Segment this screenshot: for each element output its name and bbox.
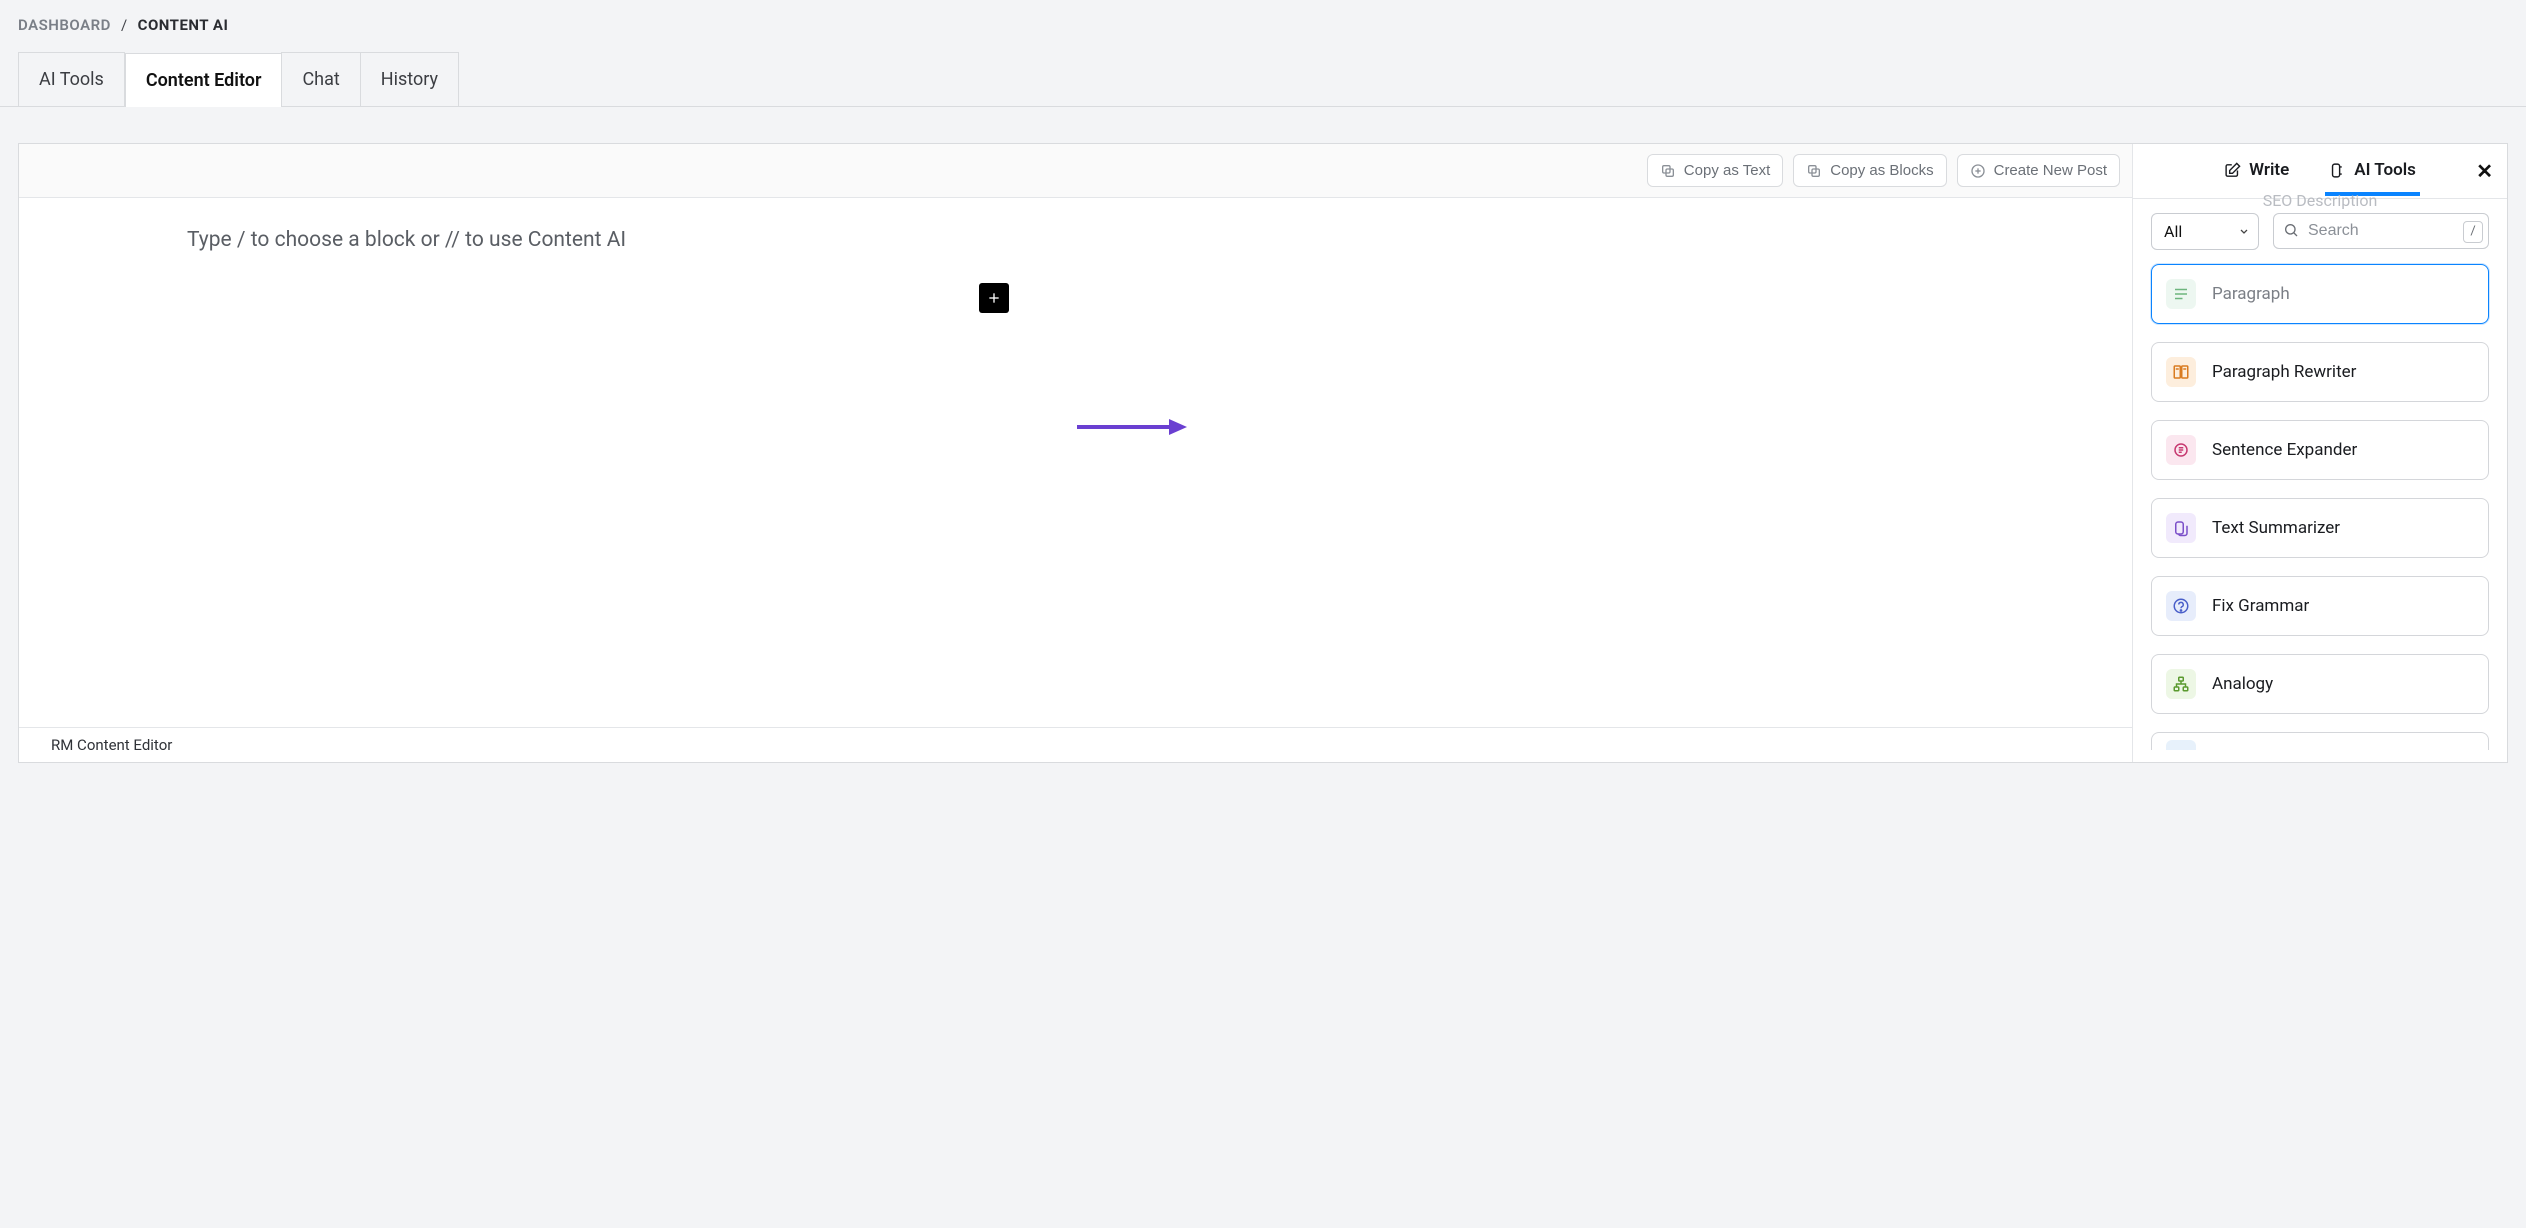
plus-circle-icon	[1970, 163, 1986, 179]
search-wrap: /	[2273, 213, 2489, 250]
copy-as-blocks-button[interactable]: Copy as Blocks	[1793, 154, 1946, 187]
sidebar-controls: SEO Description All /	[2133, 199, 2507, 260]
tool-item-text-summarizer[interactable]: Text Summarizer	[2151, 498, 2489, 558]
expander-icon	[2166, 435, 2196, 465]
tool-item-label: Analogy	[2212, 674, 2273, 694]
tool-list[interactable]: Paragraph Paragraph Rewriter Sentence Ex…	[2133, 260, 2507, 762]
close-sidebar-button[interactable]: ✕	[2476, 159, 2493, 183]
breadcrumb-separator: /	[121, 16, 128, 34]
tab-chat[interactable]: Chat	[281, 52, 360, 106]
tool-item-label: Paragraph	[2212, 284, 2290, 304]
create-new-post-label: Create New Post	[1994, 162, 2107, 179]
copy-icon	[1660, 163, 1676, 179]
rewriter-icon	[2166, 357, 2196, 387]
add-block-button[interactable]	[979, 283, 1009, 313]
editor-footer: RM Content Editor	[19, 727, 2132, 762]
partial-tool-icon	[2166, 740, 2196, 751]
sidebar-tab-write[interactable]: Write	[2220, 146, 2293, 196]
tool-item-paragraph[interactable]: Paragraph	[2151, 264, 2489, 324]
plus-icon	[986, 290, 1002, 306]
copy-as-blocks-label: Copy as Blocks	[1830, 162, 1933, 179]
tab-ai-tools[interactable]: AI Tools	[18, 52, 125, 106]
ai-tools-icon	[2329, 162, 2346, 179]
sidebar: Write AI Tools ✕ SEO Description All	[2133, 144, 2507, 762]
tab-content-editor[interactable]: Content Editor	[125, 53, 283, 107]
breadcrumb-current: CONTENT AI	[138, 16, 229, 34]
slash-shortcut-badge: /	[2463, 221, 2483, 243]
tool-item-label: Fix Grammar	[2212, 596, 2309, 616]
analogy-icon	[2166, 669, 2196, 699]
copy-icon	[1806, 163, 1822, 179]
sidebar-tab-write-label: Write	[2249, 160, 2289, 180]
tab-history[interactable]: History	[360, 52, 459, 106]
filter-select[interactable]: All	[2151, 213, 2259, 250]
edit-icon	[2224, 162, 2241, 179]
create-new-post-button[interactable]: Create New Post	[1957, 154, 2120, 187]
grammar-icon	[2166, 591, 2196, 621]
search-icon	[2283, 222, 2299, 242]
paragraph-icon	[2166, 279, 2196, 309]
breadcrumb: DASHBOARD / CONTENT AI	[0, 0, 2526, 52]
tool-item-label: Text Summarizer	[2212, 518, 2340, 538]
tool-item-partial[interactable]	[2151, 732, 2489, 750]
breadcrumb-dashboard[interactable]: DASHBOARD	[18, 16, 111, 34]
tool-item-fix-grammar[interactable]: Fix Grammar	[2151, 576, 2489, 636]
tool-item-label: Paragraph Rewriter	[2212, 362, 2356, 382]
editor-toolbar: Copy as Text Copy as Blocks Create New P…	[19, 144, 2132, 198]
main-tabs: AI Tools Content Editor Chat History	[0, 52, 2526, 107]
tool-item-sentence-expander[interactable]: Sentence Expander	[2151, 420, 2489, 480]
sidebar-tab-ai-tools[interactable]: AI Tools	[2325, 146, 2420, 196]
editor-placeholder: Type / to choose a block or // to use Co…	[187, 228, 1964, 252]
search-input[interactable]	[2273, 213, 2489, 249]
chevron-down-icon	[2238, 222, 2250, 241]
sidebar-header: Write AI Tools ✕	[2133, 144, 2507, 199]
workspace: Copy as Text Copy as Blocks Create New P…	[18, 143, 2508, 763]
tool-item-label: Sentence Expander	[2212, 440, 2357, 460]
summarizer-icon	[2166, 513, 2196, 543]
sidebar-tab-ai-tools-label: AI Tools	[2354, 160, 2416, 180]
copy-as-text-button[interactable]: Copy as Text	[1647, 154, 1783, 187]
tool-item-paragraph-rewriter[interactable]: Paragraph Rewriter	[2151, 342, 2489, 402]
editor-column: Copy as Text Copy as Blocks Create New P…	[19, 144, 2133, 762]
editor-body[interactable]: Type / to choose a block or // to use Co…	[19, 198, 2132, 727]
copy-as-text-label: Copy as Text	[1684, 162, 1770, 179]
tool-item-analogy[interactable]: Analogy	[2151, 654, 2489, 714]
filter-select-value: All	[2164, 222, 2182, 241]
